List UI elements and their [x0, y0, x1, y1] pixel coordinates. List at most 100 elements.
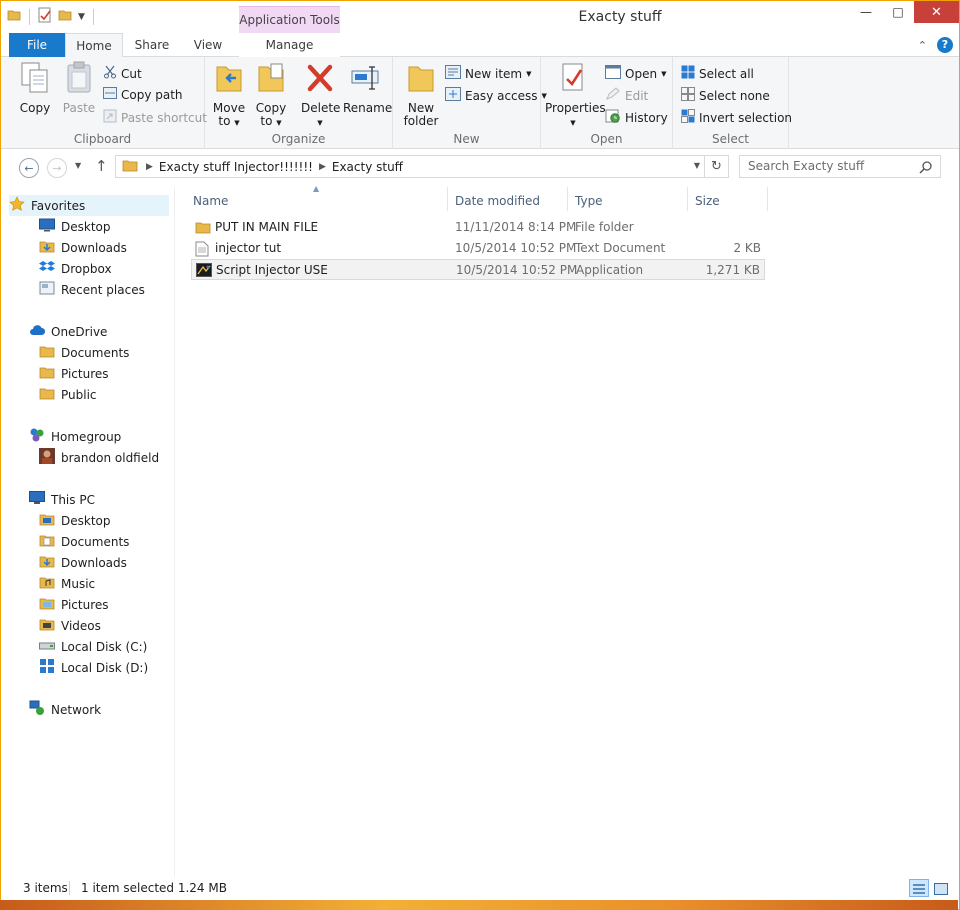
sidebar-item-local-disk-c[interactable]: Local Disk (C:) — [39, 636, 147, 657]
file-name[interactable]: PUT IN MAIN FILE — [215, 220, 318, 234]
sidebar-item-pc-documents[interactable]: Documents — [39, 531, 129, 552]
refresh-icon[interactable]: ↻ — [704, 156, 728, 177]
select-none-button[interactable]: Select none — [681, 87, 770, 104]
details-view-icon — [912, 883, 926, 898]
breadcrumb-item[interactable]: Exacty stuff — [332, 160, 403, 174]
tab-manage[interactable]: Manage — [239, 33, 340, 57]
search-input[interactable]: Search Exacty stuff — [739, 155, 941, 178]
sidebar-item-homegroup[interactable]: Homegroup — [29, 426, 121, 447]
sidebar-item-recent-places[interactable]: Recent places — [39, 279, 145, 300]
tab-file[interactable]: File — [9, 33, 65, 57]
move-to-button[interactable]: Move to ▼ — [211, 61, 247, 130]
sidebar-item-pc-pictures[interactable]: Pictures — [39, 594, 109, 615]
copy-label: Copy — [19, 101, 51, 115]
help-icon[interactable]: ? — [937, 37, 953, 53]
cut-label: Cut — [121, 66, 142, 81]
edit-button[interactable]: Edit — [605, 87, 648, 104]
back-button[interactable]: ← — [19, 158, 39, 178]
pictures-folder-icon — [39, 596, 55, 613]
sidebar-item-label: Network — [51, 702, 102, 717]
sidebar-item-desktop[interactable]: Desktop — [39, 216, 111, 237]
file-name[interactable]: injector tut — [215, 241, 281, 255]
column-divider[interactable] — [767, 187, 768, 211]
copy-to-icon — [253, 61, 289, 98]
history-button[interactable]: History — [605, 109, 668, 126]
tab-home[interactable]: Home — [65, 33, 123, 58]
delete-icon — [301, 61, 339, 98]
column-header-type[interactable]: Type — [575, 191, 603, 211]
column-divider[interactable] — [447, 187, 448, 211]
sidebar-item-pc-downloads[interactable]: Downloads — [39, 552, 127, 573]
sidebar-item-network[interactable]: Network — [29, 699, 101, 720]
new-folder-label: New — [407, 101, 435, 115]
copy-to-button[interactable]: Copy to ▼ — [253, 61, 289, 130]
file-name[interactable]: Script Injector USE — [216, 263, 328, 277]
sidebar-item-onedrive-pictures[interactable]: Pictures — [39, 363, 109, 384]
breadcrumb-separator-icon[interactable]: ▶ — [146, 162, 153, 172]
file-date: 11/11/2014 8:14 PM — [455, 220, 577, 234]
sidebar-item-onedrive-public[interactable]: Public — [39, 384, 97, 405]
column-divider[interactable] — [567, 187, 568, 211]
forward-button[interactable]: → — [47, 158, 67, 178]
file-row[interactable]: injector tut 10/5/2014 10:52 PM Text Doc… — [191, 238, 765, 259]
maximize-button[interactable]: □ — [882, 1, 914, 23]
address-bar[interactable]: ▶ Exacty stuff Injector!!!!!!! ▶ Exacty … — [115, 155, 729, 178]
sidebar-item-label: Recent places — [61, 282, 145, 297]
copy-button[interactable]: Copy — [15, 61, 55, 115]
new-folder-button[interactable]: New folder — [401, 61, 441, 128]
sidebar-item-pc-music[interactable]: Music — [39, 573, 95, 594]
minimize-button[interactable]: — — [850, 1, 882, 23]
breadcrumb-item[interactable]: Exacty stuff Injector!!!!!!! — [159, 160, 313, 174]
new-item-button[interactable]: New item ▼ — [445, 65, 532, 82]
address-dropdown-icon[interactable]: ▼ — [694, 161, 700, 170]
sidebar-item-label: Homegroup — [51, 429, 122, 444]
sidebar-item-user[interactable]: brandon oldfield — [39, 447, 159, 468]
properties-button[interactable]: Properties ▼ — [545, 61, 606, 130]
sidebar-item-label: Local Disk (D:) — [61, 660, 149, 675]
file-row[interactable]: PUT IN MAIN FILE 11/11/2014 8:14 PM File… — [191, 217, 765, 238]
paste-button[interactable]: Paste — [59, 61, 99, 115]
new-folder-icon — [401, 61, 441, 98]
navigation-pane: Favorites Desktop Downloads Dropbox Rece… — [1, 187, 175, 877]
properties-quick-icon[interactable] — [38, 7, 52, 26]
tab-share[interactable]: Share — [125, 33, 179, 57]
cut-button[interactable]: Cut — [103, 65, 142, 82]
drive-icon — [39, 658, 55, 677]
column-header-size[interactable]: Size — [695, 191, 720, 211]
new-folder-quick-icon[interactable] — [58, 8, 72, 25]
rename-button[interactable]: Rename — [343, 61, 392, 115]
sidebar-item-downloads[interactable]: Downloads — [39, 237, 127, 258]
customize-qat-icon[interactable]: ▼ — [78, 12, 85, 22]
select-all-button[interactable]: Select all — [681, 65, 754, 82]
column-header-date[interactable]: Date modified — [455, 191, 540, 211]
column-divider[interactable] — [687, 187, 688, 211]
details-view-button[interactable] — [909, 879, 929, 897]
file-type: Text Document — [575, 241, 666, 255]
breadcrumb-separator-icon[interactable]: ▶ — [319, 162, 326, 172]
sidebar-item-local-disk-d[interactable]: Local Disk (D:) — [39, 657, 148, 678]
invert-selection-button[interactable]: Invert selection — [681, 109, 792, 126]
large-icons-view-button[interactable] — [931, 879, 951, 897]
close-button[interactable]: ✕ — [914, 1, 959, 23]
sidebar-item-pc-desktop[interactable]: Desktop — [39, 510, 111, 531]
collapse-ribbon-icon[interactable]: ⌃ — [918, 39, 927, 52]
file-row[interactable]: Script Injector USE 10/5/2014 10:52 PM A… — [191, 259, 765, 280]
sidebar-item-favorites[interactable]: Favorites — [9, 195, 169, 216]
sidebar-item-this-pc[interactable]: This PC — [29, 489, 95, 510]
copy-path-button[interactable]: Copy path — [103, 87, 183, 102]
file-date: 10/5/2014 10:52 PM — [456, 263, 578, 277]
paste-shortcut-button[interactable]: Paste shortcut — [103, 109, 207, 126]
sidebar-item-onedrive-documents[interactable]: Documents — [39, 342, 129, 363]
sidebar-item-label: brandon oldfield — [61, 450, 160, 465]
sidebar-item-pc-videos[interactable]: Videos — [39, 615, 101, 636]
easy-access-button[interactable]: Easy access ▼ — [445, 87, 547, 104]
up-arrow-icon[interactable]: ↑ — [95, 157, 108, 175]
column-header-name[interactable]: Name — [193, 191, 228, 211]
sidebar-item-onedrive[interactable]: OneDrive — [29, 321, 107, 342]
forward-arrow-icon: → — [52, 161, 62, 175]
delete-button[interactable]: Delete ▼ — [301, 61, 340, 130]
open-button[interactable]: Open ▼ — [605, 65, 666, 82]
sidebar-item-dropbox[interactable]: Dropbox — [39, 258, 112, 279]
tab-view[interactable]: View — [181, 33, 235, 57]
recent-locations-dropdown-icon[interactable]: ▼ — [75, 161, 81, 170]
